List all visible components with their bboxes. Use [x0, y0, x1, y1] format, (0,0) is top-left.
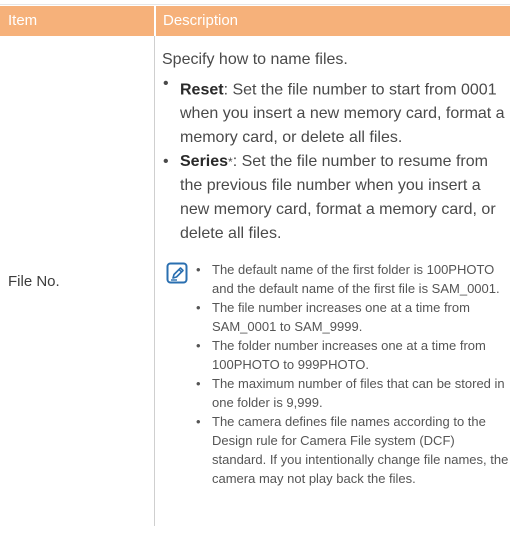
option-text: : Set the file number to start from 0001… [180, 81, 505, 147]
table-header: Item Description [0, 6, 510, 36]
bullet-icon: • [196, 338, 201, 354]
bullet-icon: • [196, 376, 201, 392]
top-rule [0, 4, 510, 5]
item-cell: File No. [0, 36, 154, 526]
option-series: • Series*: Set the file number to resume … [162, 150, 510, 246]
header-item: Item [8, 12, 38, 29]
item-label: File No. [8, 272, 60, 290]
option-reset: • Reset: Set the file number to start fro… [162, 72, 510, 150]
table-row: File No. Specify how to name files. • Res… [0, 36, 510, 526]
header-description: Description [163, 12, 239, 29]
note-item: • The folder number increases one at a ti… [196, 338, 486, 373]
note-item: • The default name of the first folder is… [196, 262, 500, 297]
bullet-icon: • [196, 262, 201, 278]
description-intro: Specify how to name files. [162, 51, 348, 68]
note-list: • The default name of the first folder is… [196, 260, 510, 488]
option-term: Reset [180, 81, 224, 99]
note-item: • The camera defines file names according… [196, 414, 509, 487]
bullet-icon: • [196, 414, 201, 430]
settings-table: Item Description File No. Specify how to… [0, 6, 510, 526]
option-term: Series [180, 153, 229, 171]
bullet-icon: • [163, 75, 169, 92]
note-item: • The file number increases one at a time… [196, 300, 470, 335]
note-box: • The default name of the first folder is… [162, 260, 510, 488]
note-pencil-icon [166, 262, 188, 284]
bullet-icon: • [163, 153, 169, 171]
bullet-icon: • [196, 300, 201, 316]
description-cell: Specify how to name files. • Reset: Set t… [155, 36, 510, 526]
option-list: • Reset: Set the file number to start fro… [162, 72, 510, 246]
note-item: • The maximum number of files that can be… [196, 376, 505, 411]
